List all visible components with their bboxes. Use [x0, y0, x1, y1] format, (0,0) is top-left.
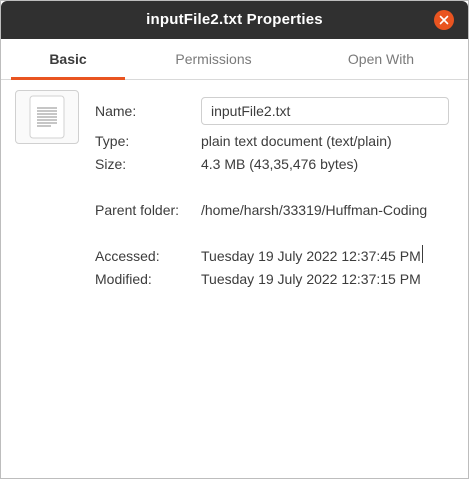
- size-label: Size:: [95, 156, 127, 172]
- tab-bar: Basic Permissions Open With: [1, 39, 468, 80]
- tab-basic[interactable]: Basic: [11, 39, 125, 80]
- accessed-value: Tuesday 19 July 2022 12:37:45 PM: [201, 248, 421, 264]
- properties-dialog: inputFile2.txt Properties Basic Permissi…: [0, 0, 469, 479]
- close-icon: [439, 15, 449, 25]
- text-cursor: [422, 245, 423, 263]
- tab-permissions[interactable]: Permissions: [141, 39, 286, 79]
- tab-permissions-label: Permissions: [175, 51, 252, 67]
- active-tab-indicator: [11, 77, 125, 80]
- name-input[interactable]: [201, 97, 449, 125]
- modified-label: Modified:: [95, 271, 152, 287]
- parent-folder-value: /home/harsh/33319/Huffman-Coding: [201, 202, 428, 218]
- tab-basic-label: Basic: [49, 51, 87, 67]
- type-label: Type:: [95, 133, 130, 149]
- window-title: inputFile2.txt Properties: [146, 11, 323, 28]
- file-icon-button[interactable]: [15, 90, 79, 144]
- type-value: plain text document (text/plain): [201, 133, 392, 149]
- text-document-icon: [29, 95, 65, 139]
- size-value: 4.3 MB (43,35,476 bytes): [201, 156, 359, 172]
- tab-open-with-label: Open With: [347, 51, 415, 67]
- name-label: Name:: [95, 103, 137, 119]
- title-bar[interactable]: inputFile2.txt Properties: [1, 1, 468, 39]
- tab-open-with[interactable]: Open With: [301, 39, 461, 79]
- accessed-label: Accessed:: [95, 248, 160, 264]
- modified-value: Tuesday 19 July 2022 12:37:15 PM: [201, 271, 421, 287]
- parent-folder-label: Parent folder:: [95, 202, 180, 218]
- close-button[interactable]: [434, 10, 454, 30]
